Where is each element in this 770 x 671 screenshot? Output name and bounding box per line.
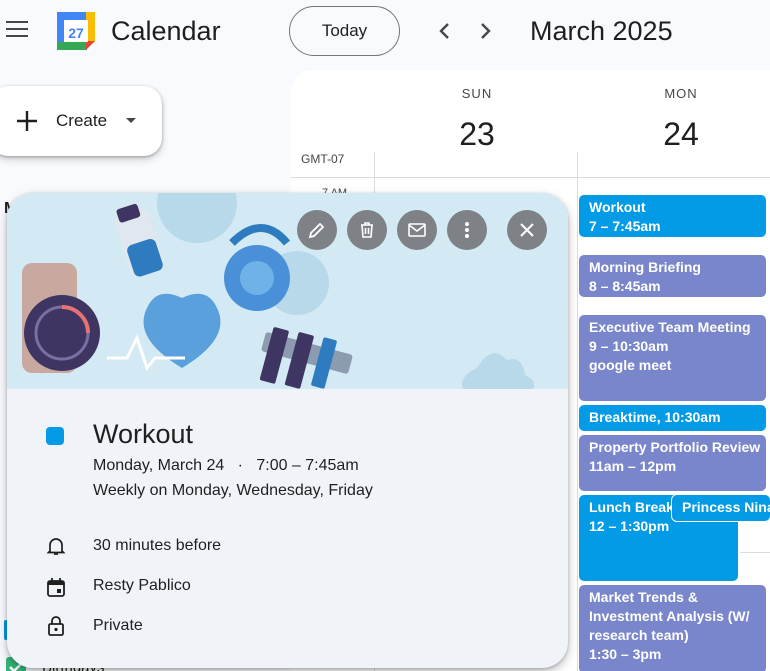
chevron-left-icon[interactable] [432,18,458,44]
grid-divider [740,552,770,553]
day-name-mon: MON [664,86,698,101]
event-time: 7 – 7:45am [589,218,661,234]
event-title: Princess Nina [682,499,770,515]
event-title: Market Trends & Investment Analysis (W/ … [589,589,750,643]
event-color-swatch [46,427,64,445]
close-icon[interactable] [507,210,547,250]
event-princess-nina[interactable]: Princess Nina [671,494,770,522]
event-title: Workout [589,199,646,215]
event-time: 1:30 – 3pm [589,646,662,662]
event-location: google meet [589,357,672,373]
event-executive-team-meeting[interactable]: Executive Team Meeting 9 – 10:30am googl… [578,314,767,402]
popup-reminder: 30 minutes before [93,537,222,554]
popup-event-datetime: Monday, March 24 · 7:00 – 7:45am [93,457,359,475]
event-breaktime[interactable]: Breaktime, 10:30am [578,404,767,432]
event-morning-briefing[interactable]: Morning Briefing 8 – 8:45am [578,254,767,298]
bell-icon [46,538,66,555]
day-name-sun: SUN [461,86,493,101]
calendar-logo: 27 [56,11,96,51]
delete-icon[interactable] [347,210,387,250]
popup-visibility: Private [93,617,143,634]
popup-event-time: 7:00 – 7:45am [256,457,359,474]
popup-event-recurrence: Weekly on Monday, Wednesday, Friday [93,482,373,499]
separator-dot: · [228,457,252,474]
plus-icon [17,111,37,131]
popup-organizer: Resty Pablico [93,577,191,594]
caret-down-icon [126,118,136,123]
day-number-23[interactable]: 23 [447,116,507,153]
event-time: 11am – 12pm [589,458,677,474]
grid-divider [291,177,770,178]
event-property-portfolio-review[interactable]: Property Portfolio Review 11am – 12pm [578,434,767,492]
more-options-icon[interactable] [447,210,487,250]
event-title: Property Portfolio Review [589,439,761,455]
chevron-right-icon[interactable] [472,18,498,44]
event-title: Executive Team Meeting [589,319,751,335]
lock-icon [48,616,64,636]
month-title: March 2025 [530,16,673,46]
event-market-trends[interactable]: Market Trends & Investment Analysis (W/ … [578,584,767,671]
popup-event-title: Workout [93,419,194,449]
event-time: 8 – 8:45am [589,278,661,294]
event-title: Breaktime, 10:30am [589,409,721,425]
hamburger-menu-icon[interactable] [6,21,28,39]
day-number-24[interactable]: 24 [651,116,711,153]
create-label: Create [56,111,108,130]
app-title: Calendar [111,16,221,46]
event-workout[interactable]: Workout 7 – 7:45am [578,194,767,238]
create-button[interactable]: Create [0,86,162,156]
event-details-popup: Workout Monday, March 24 · 7:00 – 7:45am… [7,193,568,668]
event-time: 9 – 10:30am [589,338,669,354]
today-button[interactable]: Today [289,6,400,56]
email-icon[interactable] [397,210,437,250]
popup-event-date: Monday, March 24 [93,457,225,474]
logo-day-number: 27 [68,25,84,41]
event-title: Morning Briefing [589,259,701,275]
timezone-label: GMT-07 [301,152,345,166]
calendar-icon [47,578,65,597]
edit-icon[interactable] [297,210,337,250]
